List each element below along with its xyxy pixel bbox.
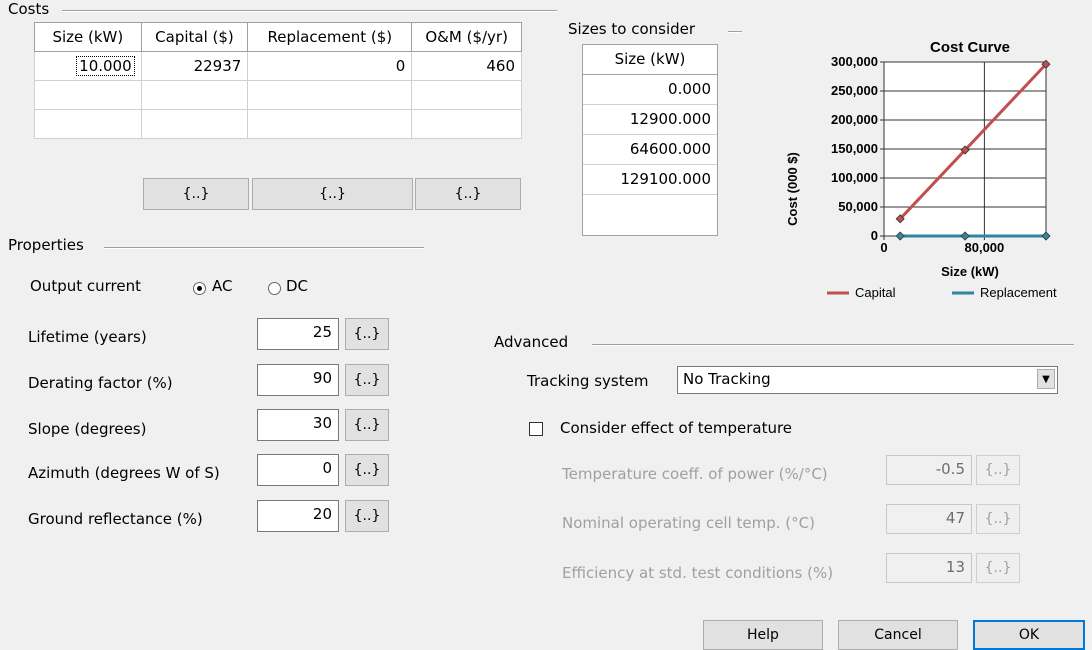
ac-label[interactable]: AC — [212, 277, 232, 295]
chart-title: Cost Curve — [930, 39, 1010, 56]
y-tick-label: 100,000 — [831, 170, 878, 185]
temperature-checkbox[interactable] — [529, 422, 543, 436]
costs-table[interactable]: Size (kW) Capital ($) Replacement ($) O&… — [34, 22, 522, 139]
capital-curve-button[interactable]: {..} — [143, 178, 249, 210]
tracking-system-label: Tracking system — [527, 372, 649, 390]
noct-label: Nominal operating cell temp. (°C) — [562, 514, 815, 532]
ground-reflectance-sensitivity-button[interactable]: {..} — [345, 500, 389, 532]
cost-cell-om[interactable] — [411, 80, 522, 110]
cancel-button[interactable]: Cancel — [838, 620, 958, 650]
chart-xlabel: Size (kW) — [941, 264, 999, 279]
cost-curve-chart: Cost Curve Cost (000 $) Size (kW) 0 50,00… — [785, 39, 1057, 300]
chart-ylabel: Cost (000 $) — [785, 152, 800, 226]
radio-dot — [197, 286, 202, 291]
costs-group-line — [62, 10, 557, 12]
efficiency-sensitivity-button[interactable]: {..} — [976, 553, 1020, 583]
legend-entry: Replacement — [980, 285, 1057, 300]
y-tick-label: 300,000 — [831, 54, 878, 69]
ground-reflectance-label: Ground reflectance (%) — [28, 510, 203, 528]
derating-sensitivity-button[interactable]: {..} — [345, 364, 389, 396]
efficiency-input[interactable]: 13 — [886, 553, 972, 583]
temp-coeff-label: Temperature coeff. of power (%/°C) — [562, 465, 828, 483]
help-button[interactable]: Help — [703, 620, 823, 650]
sizes-header: Size (kW) — [583, 45, 717, 75]
table-row — [34, 80, 522, 110]
tracking-system-select[interactable]: No Tracking ▼ — [677, 366, 1058, 394]
y-tick-label: 50,000 — [838, 199, 878, 214]
lifetime-sensitivity-button[interactable]: {..} — [345, 318, 389, 350]
derating-input[interactable]: 90 — [257, 364, 339, 396]
y-tick-label: 250,000 — [831, 83, 878, 98]
properties-group-line — [104, 247, 424, 249]
azimuth-input[interactable]: 0 — [257, 454, 339, 486]
cost-cell-om[interactable]: 460 — [411, 51, 522, 81]
properties-group-title: Properties — [8, 236, 90, 254]
tracking-system-value: No Tracking — [683, 370, 771, 388]
size-value-row[interactable]: 129100.000 — [583, 165, 717, 195]
cost-cell-replacement[interactable] — [247, 109, 413, 139]
cost-cell-size[interactable] — [34, 109, 142, 139]
ground-reflectance-input[interactable]: 20 — [257, 500, 339, 532]
efficiency-label: Efficiency at std. test conditions (%) — [562, 564, 834, 582]
cost-cell-size[interactable]: 10.000 — [34, 51, 142, 81]
slope-label: Slope (degrees) — [28, 420, 147, 438]
noct-sensitivity-button[interactable]: {..} — [976, 504, 1020, 534]
y-tick-label: 150,000 — [831, 141, 878, 156]
lifetime-input[interactable]: 25 — [257, 318, 339, 350]
chevron-down-icon[interactable]: ▼ — [1037, 369, 1055, 389]
y-tick-label: 0 — [871, 228, 878, 243]
lifetime-label: Lifetime (years) — [28, 328, 147, 346]
azimuth-label: Azimuth (degrees W of S) — [28, 464, 220, 482]
cost-cell-capital[interactable] — [140, 80, 249, 110]
cost-cell-size[interactable] — [34, 80, 142, 110]
x-tick-label: 80,000 — [965, 240, 1005, 255]
temperature-checkbox-label[interactable]: Consider effect of temperature — [560, 419, 792, 437]
costs-header-row: Size (kW) Capital ($) Replacement ($) O&… — [34, 22, 522, 52]
costs-header-replacement: Replacement ($) — [247, 22, 413, 52]
x-tick-label: 0 — [880, 240, 887, 255]
replacement-curve-button[interactable]: {..} — [252, 178, 413, 210]
y-tick-label: 200,000 — [831, 112, 878, 127]
size-value-row[interactable]: 12900.000 — [583, 105, 717, 135]
table-row: 10.000 22937 0 460 — [34, 51, 522, 81]
advanced-group-title: Advanced — [494, 333, 575, 351]
size-value-row[interactable]: 64600.000 — [583, 135, 717, 165]
slope-input[interactable]: 30 — [257, 409, 339, 441]
dc-radio[interactable] — [268, 282, 281, 295]
ac-radio[interactable] — [193, 282, 206, 295]
costs-group-title: Costs — [8, 0, 56, 18]
azimuth-sensitivity-button[interactable]: {..} — [345, 454, 389, 486]
cost-cell-replacement[interactable]: 0 — [247, 51, 413, 81]
sizes-group-line — [728, 31, 742, 33]
sizes-group-title: Sizes to consider — [568, 20, 702, 38]
costs-header-om: O&M ($/yr) — [411, 22, 522, 52]
temp-coeff-sensitivity-button[interactable]: {..} — [976, 455, 1020, 485]
size-value-row[interactable]: 0.000 — [583, 75, 717, 105]
size-value-row[interactable] — [583, 195, 717, 224]
sizes-list[interactable]: Size (kW) 0.000 12900.000 64600.000 1291… — [582, 44, 718, 236]
slope-sensitivity-button[interactable]: {..} — [345, 409, 389, 441]
output-current-label: Output current — [30, 277, 141, 295]
cost-cell-replacement[interactable] — [247, 80, 413, 110]
dc-label[interactable]: DC — [286, 277, 308, 295]
om-curve-button[interactable]: {..} — [415, 178, 521, 210]
derating-label: Derating factor (%) — [28, 374, 173, 392]
table-row — [34, 109, 522, 139]
advanced-group-line — [592, 344, 1074, 346]
legend-entry: Capital — [855, 285, 896, 300]
cost-cell-capital[interactable] — [140, 109, 249, 139]
ok-button[interactable]: OK — [973, 620, 1085, 650]
costs-header-capital: Capital ($) — [140, 22, 249, 52]
costs-header-size: Size (kW) — [34, 22, 142, 52]
noct-input[interactable]: 47 — [886, 504, 972, 534]
cost-cell-capital[interactable]: 22937 — [140, 51, 249, 81]
temp-coeff-input[interactable]: -0.5 — [886, 455, 972, 485]
cost-cell-om[interactable] — [411, 109, 522, 139]
